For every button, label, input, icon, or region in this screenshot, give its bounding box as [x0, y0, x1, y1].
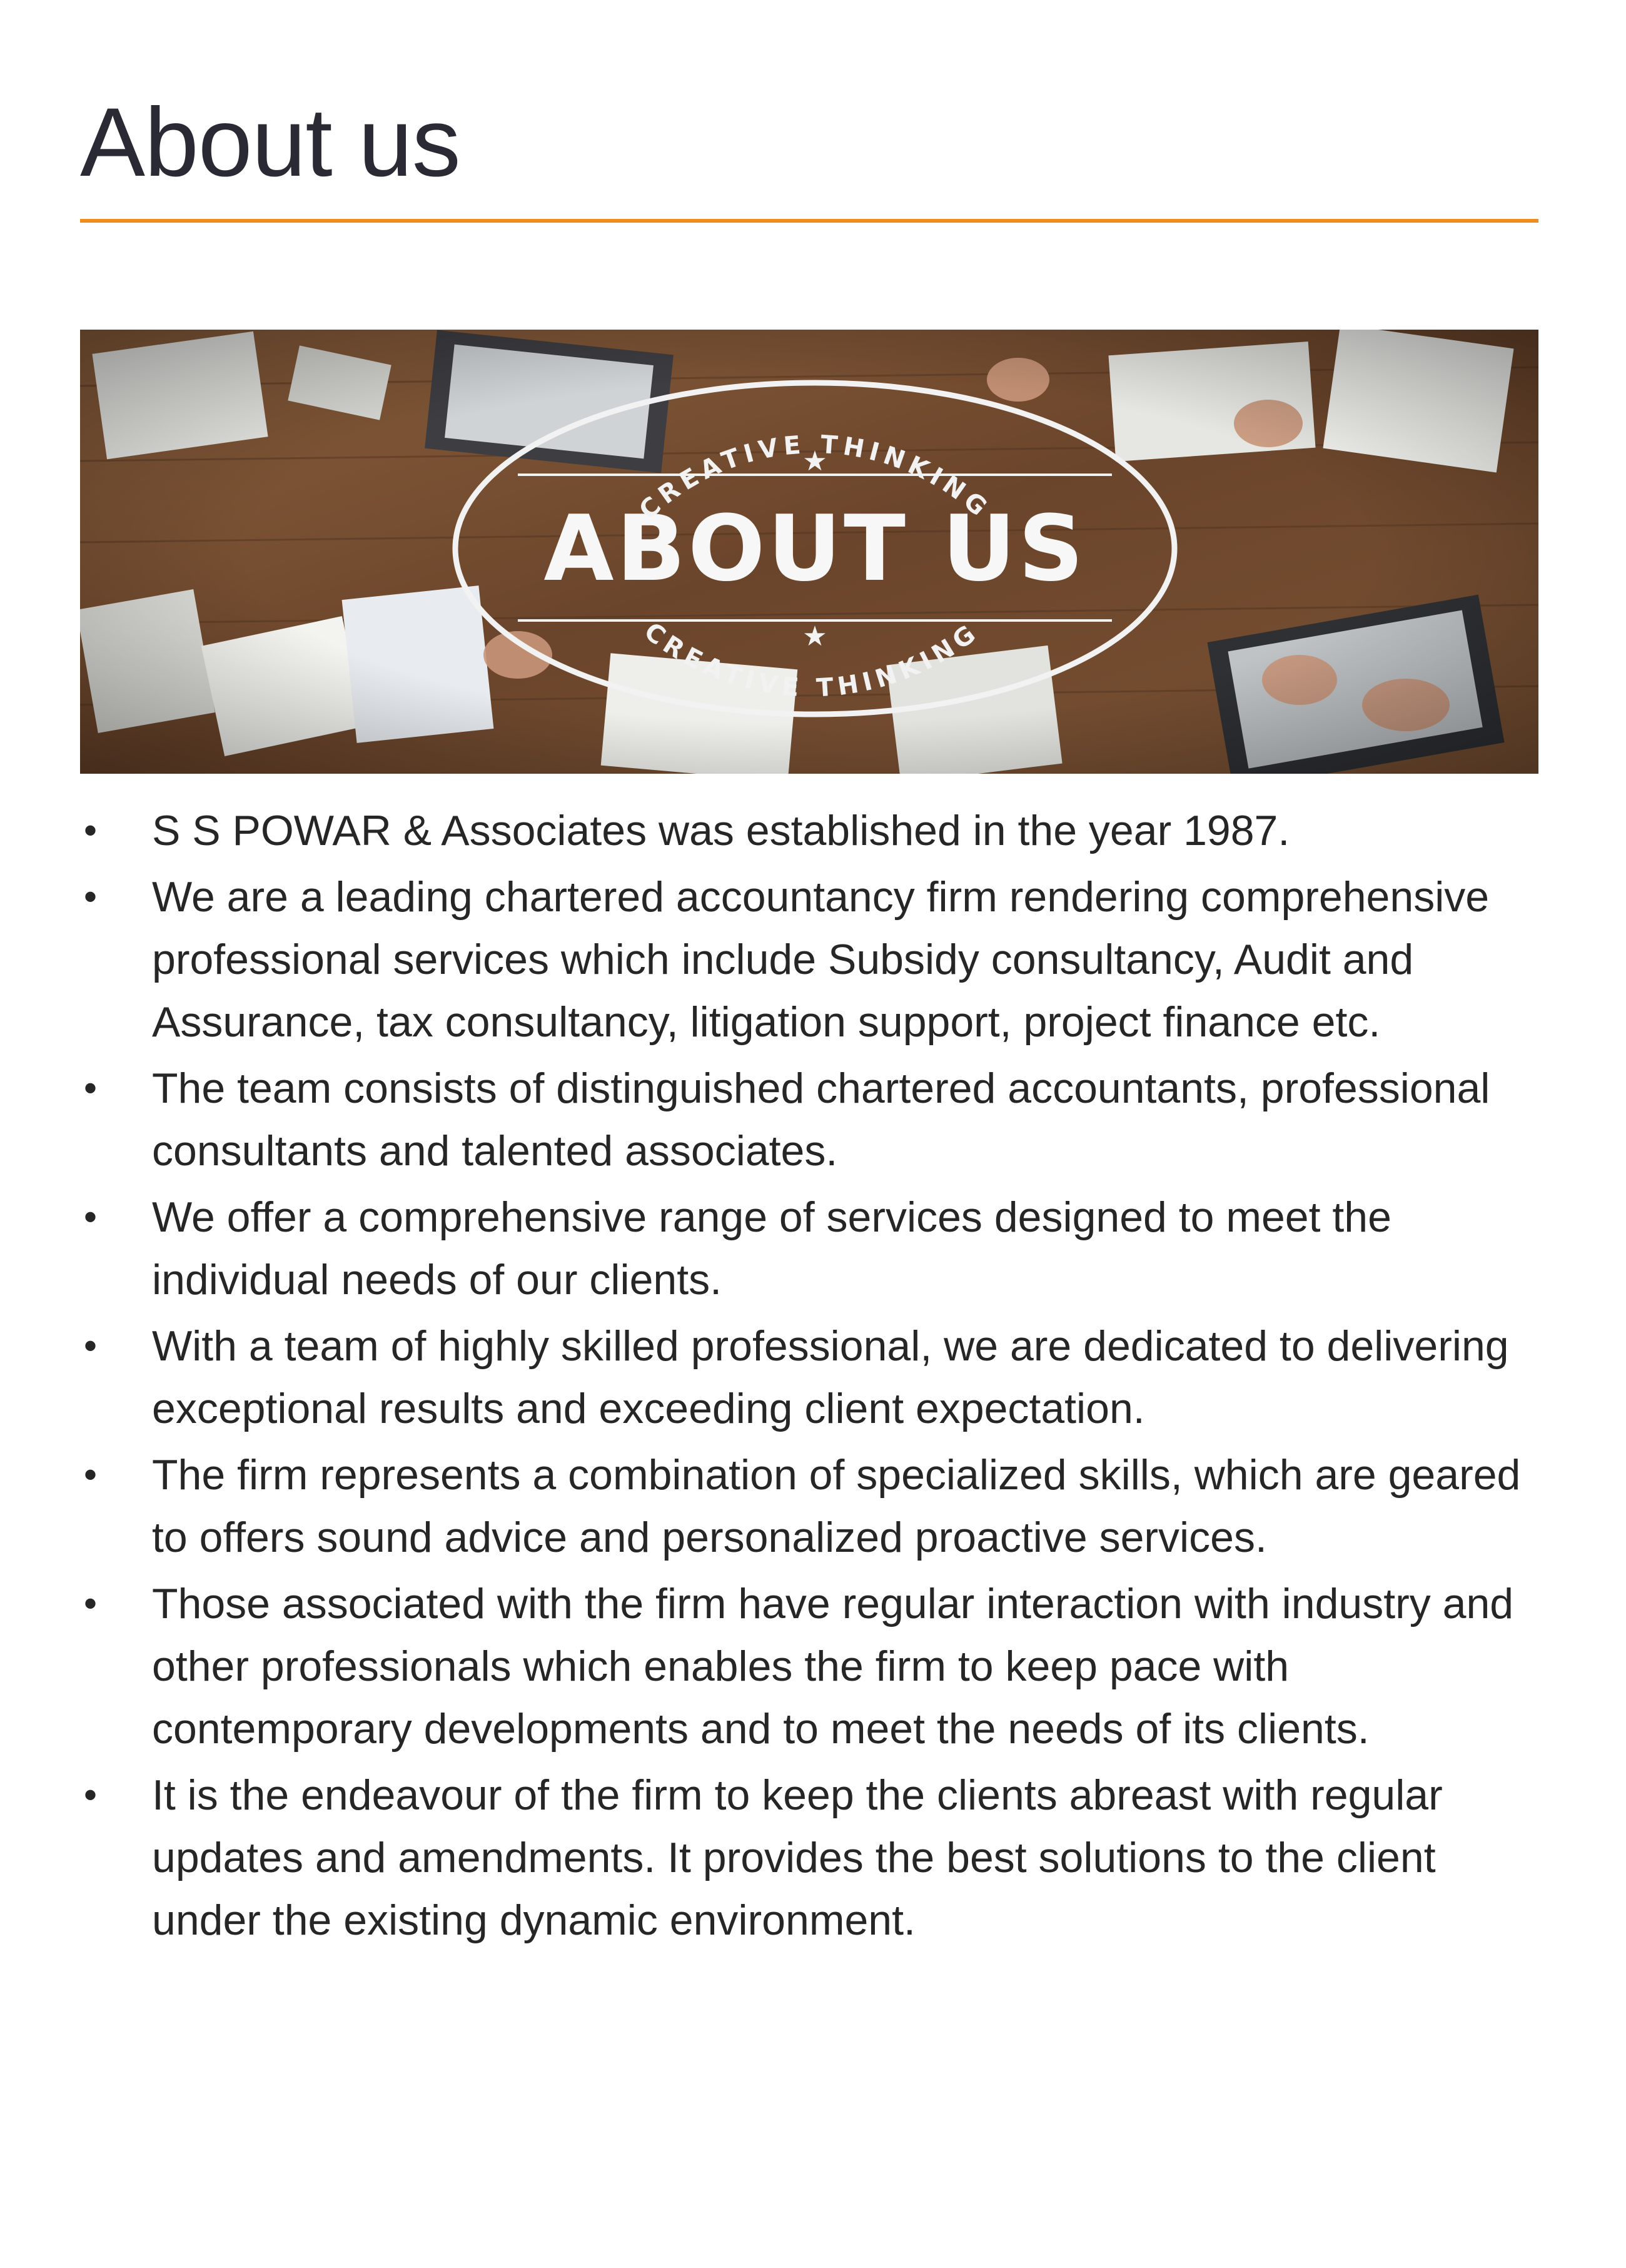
about-us-banner-image: ABOUT US CREATIVE THINKING CREATIVE THIN… [80, 330, 1538, 774]
list-item: • We are a leading chartered accountancy… [80, 866, 1543, 1053]
title-divider [80, 219, 1538, 223]
list-item-text: Those associated with the firm have regu… [152, 1580, 1514, 1753]
list-item: • With a team of highly skilled professi… [80, 1315, 1543, 1440]
bullet-icon: • [84, 876, 98, 918]
list-item-text: With a team of highly skilled profession… [152, 1322, 1509, 1432]
bullet-icon: • [84, 1582, 98, 1624]
list-item: • The firm represents a combination of s… [80, 1444, 1543, 1569]
bullet-icon: • [84, 1774, 98, 1816]
list-item: • S S POWAR & Associates was established… [80, 799, 1543, 862]
list-item-text: The firm represents a combination of spe… [152, 1451, 1521, 1561]
bullet-icon: • [84, 1325, 98, 1367]
list-item-text: S S POWAR & Associates was established i… [152, 807, 1290, 854]
bullet-icon: • [84, 1196, 98, 1238]
list-item-text: The team consists of distinguished chart… [152, 1065, 1490, 1175]
bullet-icon: • [84, 1454, 98, 1496]
list-item: • We offer a comprehensive range of serv… [80, 1186, 1543, 1311]
bullet-icon: • [84, 809, 98, 851]
banner-title: ABOUT US [543, 496, 1086, 602]
list-item: • The team consists of distinguished cha… [80, 1057, 1543, 1182]
page-title: About us [80, 88, 461, 197]
about-bullet-list: • S S POWAR & Associates was established… [80, 799, 1543, 1955]
list-item: • It is the endeavour of the firm to kee… [80, 1764, 1543, 1952]
list-item: • Those associated with the firm have re… [80, 1572, 1543, 1760]
star-icon: ★ [802, 446, 827, 477]
list-item-text: We offer a comprehensive range of servic… [152, 1193, 1391, 1304]
list-item-text: It is the endeavour of the firm to keep … [152, 1771, 1443, 1944]
bullet-icon: • [84, 1067, 98, 1109]
document-page: About us ABOUT US CREATIVE THINKING CREA… [0, 0, 1626, 2268]
list-item-text: We are a leading chartered accountancy f… [152, 873, 1490, 1046]
star-icon: ★ [802, 621, 827, 652]
